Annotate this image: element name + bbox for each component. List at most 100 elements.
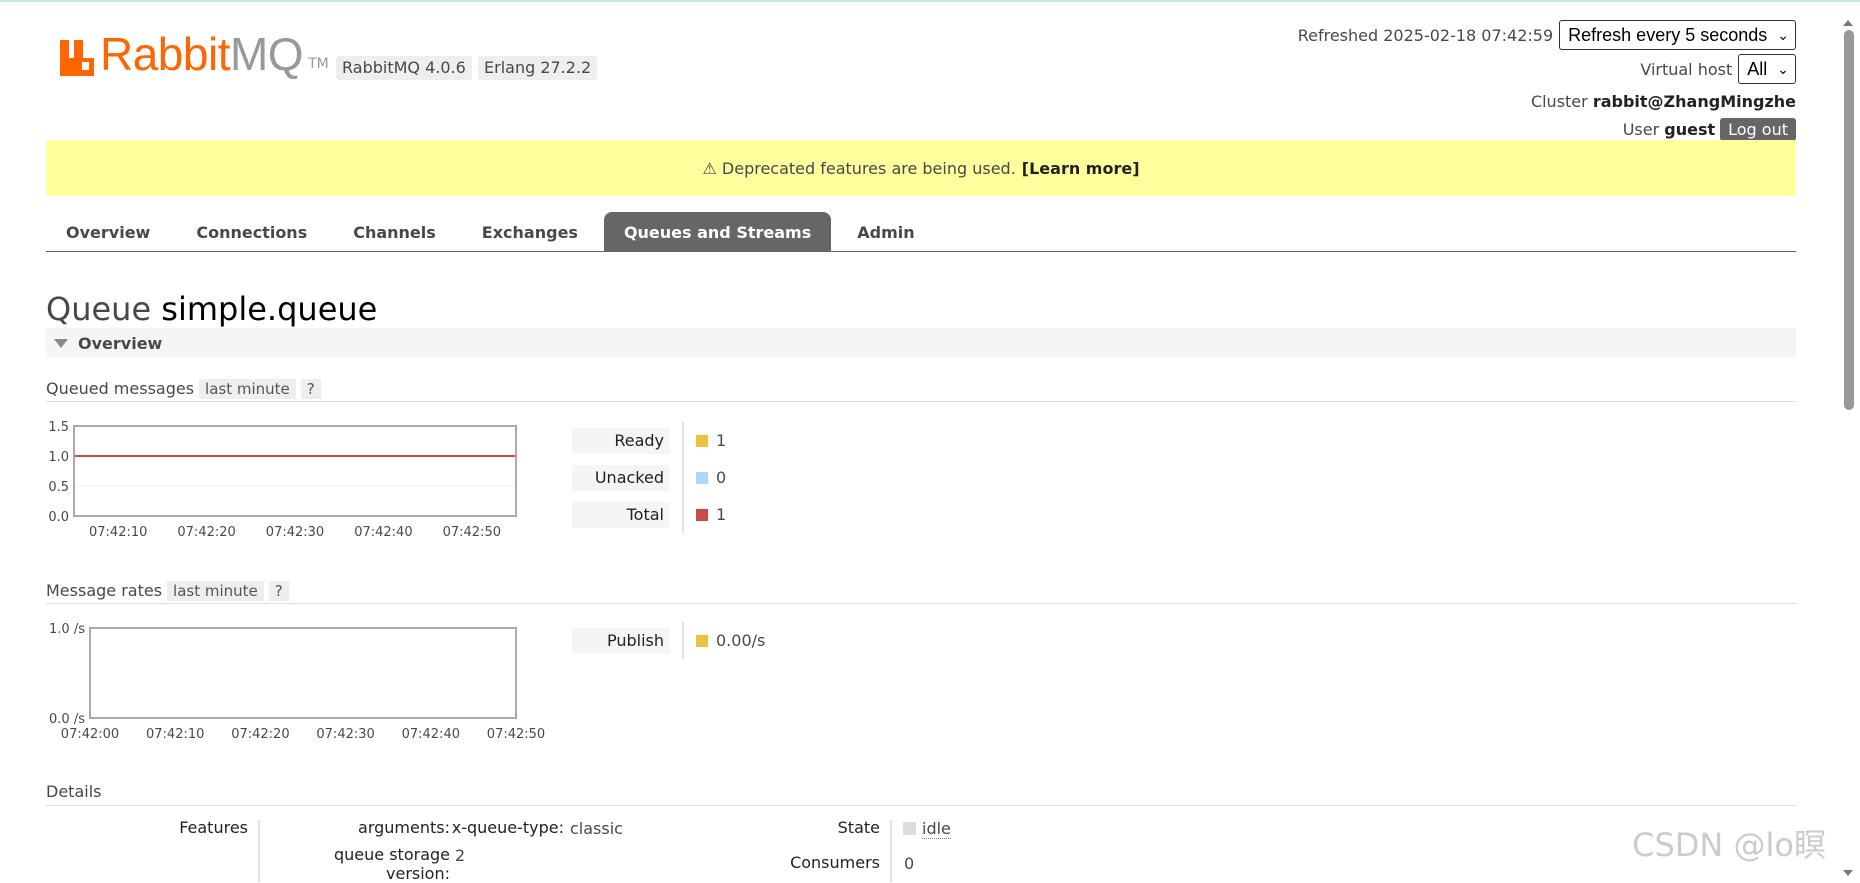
details-title: Details — [46, 782, 102, 801]
y-tick-label: 1.0 /s — [49, 622, 85, 637]
data-point-total — [117, 455, 119, 457]
arg-value: classic — [570, 819, 623, 838]
scroll-up-icon[interactable] — [1843, 20, 1853, 26]
queued-messages-legend: Ready 1 Unacked 0 Total 1 — [572, 422, 726, 533]
rabbitmq-version-badge: RabbitMQ 4.0.6 — [336, 56, 472, 80]
rabbitmq-logo[interactable]: RabbitMQ TM — [60, 31, 329, 77]
vhost-select[interactable]: All ⌄ — [1738, 54, 1796, 84]
y-tick-label: 1.5 — [48, 420, 69, 435]
x-tick-label: 07:42:20 — [231, 727, 289, 742]
state-indicator — [903, 822, 916, 835]
legend-label: Total — [572, 501, 670, 528]
cluster-label: Cluster — [1530, 91, 1588, 111]
legend-label: Publish — [572, 627, 670, 654]
header-status: Refreshed 2025-02-18 07:42:59 Refresh ev… — [1298, 20, 1796, 145]
logo-rabbit-text: Rabbit — [100, 28, 230, 80]
help-button[interactable]: ? — [300, 378, 321, 399]
user-name: guest — [1664, 120, 1716, 139]
details-header: Details — [46, 782, 1796, 806]
legend-swatch — [696, 508, 708, 521]
deprecation-text: ⚠ Deprecated features are being used. — [702, 158, 1016, 178]
scroll-thumb[interactable] — [1844, 30, 1854, 410]
x-tick-label: 07:42:40 — [354, 525, 412, 540]
tab-overview[interactable]: Overview — [46, 212, 170, 252]
section-title: Overview — [78, 333, 163, 353]
x-tick-label: 07:42:50 — [443, 525, 501, 540]
legend-row-publish: Publish 0.00/s — [572, 622, 765, 659]
message-rates-legend: Publish 0.00/s — [572, 622, 765, 659]
tab-admin[interactable]: Admin — [837, 212, 934, 252]
queued-messages-chart: 1.5 1.0 0.5 0.0 07:42:10 07:42:20 07:42:30 07:4… — [32, 416, 552, 546]
legend-label: Unacked — [572, 464, 670, 491]
y-tick-label: 0.0 — [48, 510, 69, 525]
legend-value: 0 — [716, 468, 727, 487]
help-button[interactable]: ? — [268, 580, 289, 601]
x-tick-label: 07:42:10 — [89, 525, 147, 540]
legend-swatch — [696, 634, 708, 647]
consumers-value: 0 — [904, 854, 915, 873]
legend-label: Ready — [572, 427, 670, 454]
x-tick-label: 07:42:30 — [266, 525, 324, 540]
logout-button[interactable]: Log out — [1720, 118, 1796, 141]
logo-tm: TM — [308, 56, 329, 72]
x-tick-label: 07:42:50 — [487, 727, 545, 742]
message-rates-header: Message rates last minute ? — [46, 578, 1796, 604]
arguments-label: arguments: — [358, 818, 450, 837]
user-label: User — [1622, 120, 1660, 139]
state-value: idle — [903, 819, 951, 839]
data-point-total — [294, 455, 296, 457]
period-selector[interactable]: last minute — [167, 580, 264, 601]
period-selector[interactable]: last minute — [199, 378, 296, 399]
legend-swatch — [696, 434, 708, 447]
tab-queues-and-streams[interactable]: Queues and Streams — [603, 212, 832, 252]
features-label: Features — [179, 818, 248, 837]
message-rates-title: Message rates — [46, 581, 163, 600]
tab-connections[interactable]: Connections — [176, 212, 327, 252]
arg-key: x-queue-type: — [451, 818, 564, 837]
storage-version-label: queue storage version: — [334, 845, 450, 883]
vertical-scrollbar[interactable] — [1840, 18, 1856, 882]
cluster-name: rabbit@ZhangMingzhe — [1592, 91, 1796, 111]
x-tick-label: 07:42:00 — [61, 727, 119, 742]
storage-version-value: 2 — [455, 846, 466, 865]
deprecation-warning-banner: ⚠ Deprecated features are being used. [L… — [46, 140, 1796, 196]
legend-row-ready: Ready 1 — [572, 422, 726, 459]
tab-channels[interactable]: Channels — [333, 212, 456, 252]
page-title: Queue simple.queue — [46, 290, 377, 328]
legend-row-total: Total 1 — [572, 496, 726, 533]
x-tick-label: 07:42:30 — [316, 727, 374, 742]
overview-section-toggle[interactable]: Overview — [46, 328, 1796, 358]
y-tick-label: 0.5 — [48, 480, 69, 495]
collapse-triangle-icon — [54, 338, 68, 348]
data-point-total — [471, 455, 473, 457]
message-rates-chart: 1.0 /s 0.0 /s 07:42:00 07:42:10 07:42:20 07:4… — [32, 618, 562, 748]
y-tick-label: 0.0 /s — [49, 712, 85, 727]
scroll-down-icon[interactable] — [1843, 870, 1853, 876]
legend-row-unacked: Unacked 0 — [572, 459, 726, 496]
csdn-watermark: CSDN @lo瞑 — [1632, 826, 1826, 864]
tab-exchanges[interactable]: Exchanges — [462, 212, 598, 252]
consumers-label: Consumers — [790, 853, 880, 872]
data-point-total — [206, 455, 208, 457]
x-tick-label: 07:42:40 — [402, 727, 460, 742]
plot-frame — [73, 425, 517, 517]
logo-mq-text: MQ — [229, 28, 304, 80]
vhost-label: Virtual host — [1640, 59, 1733, 79]
y-tick-label: 1.0 — [48, 450, 69, 465]
x-tick-label: 07:42:20 — [177, 525, 235, 540]
chevron-down-icon: ⌄ — [1777, 60, 1789, 77]
chevron-down-icon: ⌄ — [1777, 26, 1789, 43]
legend-swatch — [696, 471, 708, 484]
queue-name: simple.queue — [161, 290, 378, 328]
page-title-prefix: Queue — [46, 290, 152, 328]
queued-messages-header: Queued messages last minute ? — [46, 376, 1796, 402]
main-nav-tabs: Overview Connections Channels Exchanges … — [46, 212, 1796, 252]
legend-value: 0.00/s — [716, 631, 766, 650]
x-tick-label: 07:42:10 — [146, 727, 204, 742]
browser-page: RabbitMQ TM RabbitMQ 4.0.6 Erlang 27.2.2… — [0, 0, 1860, 883]
refresh-interval-select[interactable]: Refresh every 5 seconds ⌄ — [1559, 20, 1796, 50]
queued-messages-title: Queued messages — [46, 379, 195, 398]
message-rates-chart-svg: 1.0 /s 0.0 /s07:42:00 07:42:10 07:42:20 07:4… — [49, 622, 545, 742]
learn-more-link[interactable]: [Learn more] — [1022, 159, 1140, 178]
legend-value: 1 — [716, 505, 727, 524]
